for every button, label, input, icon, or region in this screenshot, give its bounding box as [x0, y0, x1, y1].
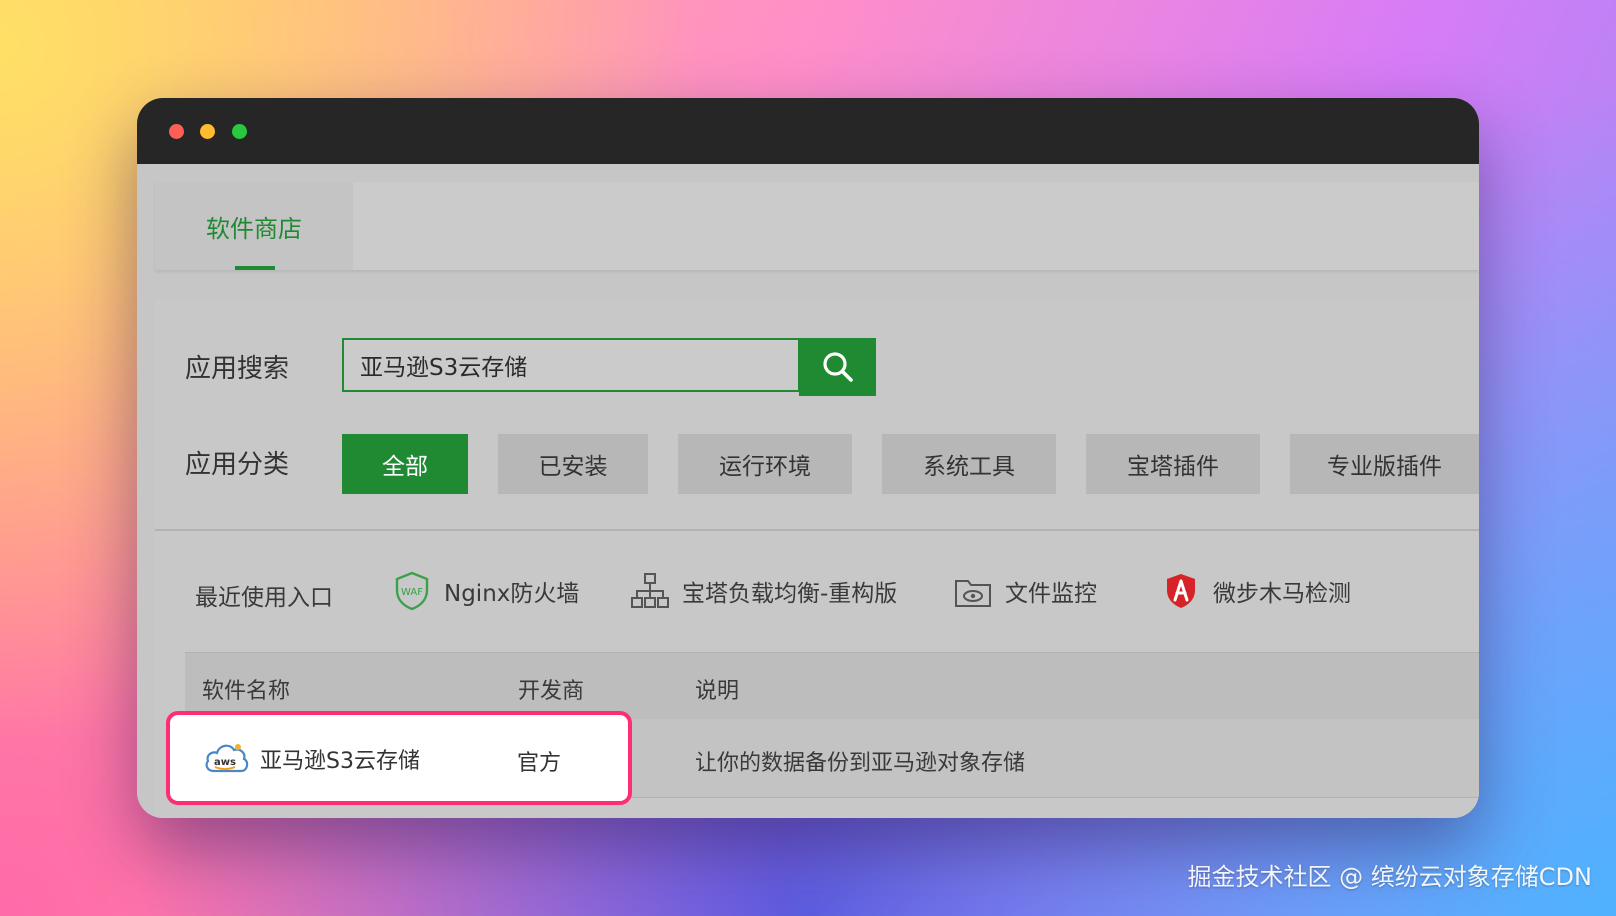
tab-bar: 软件商店: [155, 182, 1479, 270]
minimize-window-button[interactable]: [200, 124, 215, 139]
table-header: 软件名称 开发商 说明: [185, 652, 1479, 719]
recent-item-label: 文件监控: [1005, 581, 1097, 607]
search-button[interactable]: [799, 338, 876, 396]
recent-item-label: 微步木马检测: [1213, 581, 1351, 607]
watermark-text: 掘金技术社区 @ 缤纷云对象存储CDN: [1187, 863, 1592, 891]
maximize-window-button[interactable]: [232, 124, 247, 139]
waf-text: WAF: [401, 587, 423, 598]
waf-shield-icon: WAF: [392, 571, 432, 611]
highlighted-software-row[interactable]: aws 亚马逊S3云存储 官方: [166, 711, 632, 805]
recent-item-nginx-firewall[interactable]: WAF Nginx防火墙: [392, 568, 579, 614]
row-description: 让你的数据备份到亚马逊对象存储: [695, 751, 1026, 776]
section-divider: [155, 529, 1479, 531]
recent-item-label: Nginx防火墙: [444, 581, 580, 607]
folder-eye-icon: [953, 571, 993, 611]
tab-label: 软件商店: [206, 214, 302, 243]
aws-cloud-icon: aws: [202, 737, 250, 777]
network-icon: [630, 571, 670, 611]
search-box: [342, 338, 800, 392]
category-system-tools[interactable]: 系统工具: [882, 434, 1056, 494]
recent-entries-label: 最近使用入口: [195, 585, 333, 611]
category-runtime[interactable]: 运行环境: [678, 434, 852, 494]
recent-item-trojan-scan[interactable]: 微步木马检测: [1161, 568, 1351, 614]
close-window-button[interactable]: [169, 124, 184, 139]
active-tab-indicator: [235, 266, 275, 270]
search-label: 应用搜索: [185, 354, 290, 384]
category-label: 应用分类: [185, 450, 290, 480]
category-installed[interactable]: 已安装: [498, 434, 648, 494]
software-vendor: 官方: [517, 751, 562, 776]
title-bar: [137, 98, 1479, 164]
category-pro-plugins[interactable]: 专业版插件: [1290, 434, 1479, 494]
column-header-name: 软件名称: [202, 679, 291, 704]
red-shield-icon: [1161, 571, 1201, 611]
column-header-vendor: 开发商: [518, 679, 585, 704]
tab-software-store[interactable]: 软件商店: [155, 182, 353, 270]
recent-item-label: 宝塔负载均衡-重构版: [682, 581, 898, 607]
category-bt-plugins[interactable]: 宝塔插件: [1086, 434, 1260, 494]
recent-item-file-monitor[interactable]: 文件监控: [953, 568, 1097, 614]
aws-text: aws: [214, 757, 236, 768]
column-header-description: 说明: [695, 679, 740, 704]
search-input[interactable]: [344, 340, 798, 390]
category-all[interactable]: 全部: [342, 434, 468, 494]
recent-item-load-balancer[interactable]: 宝塔负载均衡-重构版: [630, 568, 897, 614]
app-window: 软件商店 应用搜索 应用分类 全部 已安装 运行环境 系统工具 宝塔插件 专业版…: [137, 98, 1479, 818]
search-icon: [822, 352, 853, 382]
software-name: 亚马逊S3云存储: [260, 749, 420, 774]
